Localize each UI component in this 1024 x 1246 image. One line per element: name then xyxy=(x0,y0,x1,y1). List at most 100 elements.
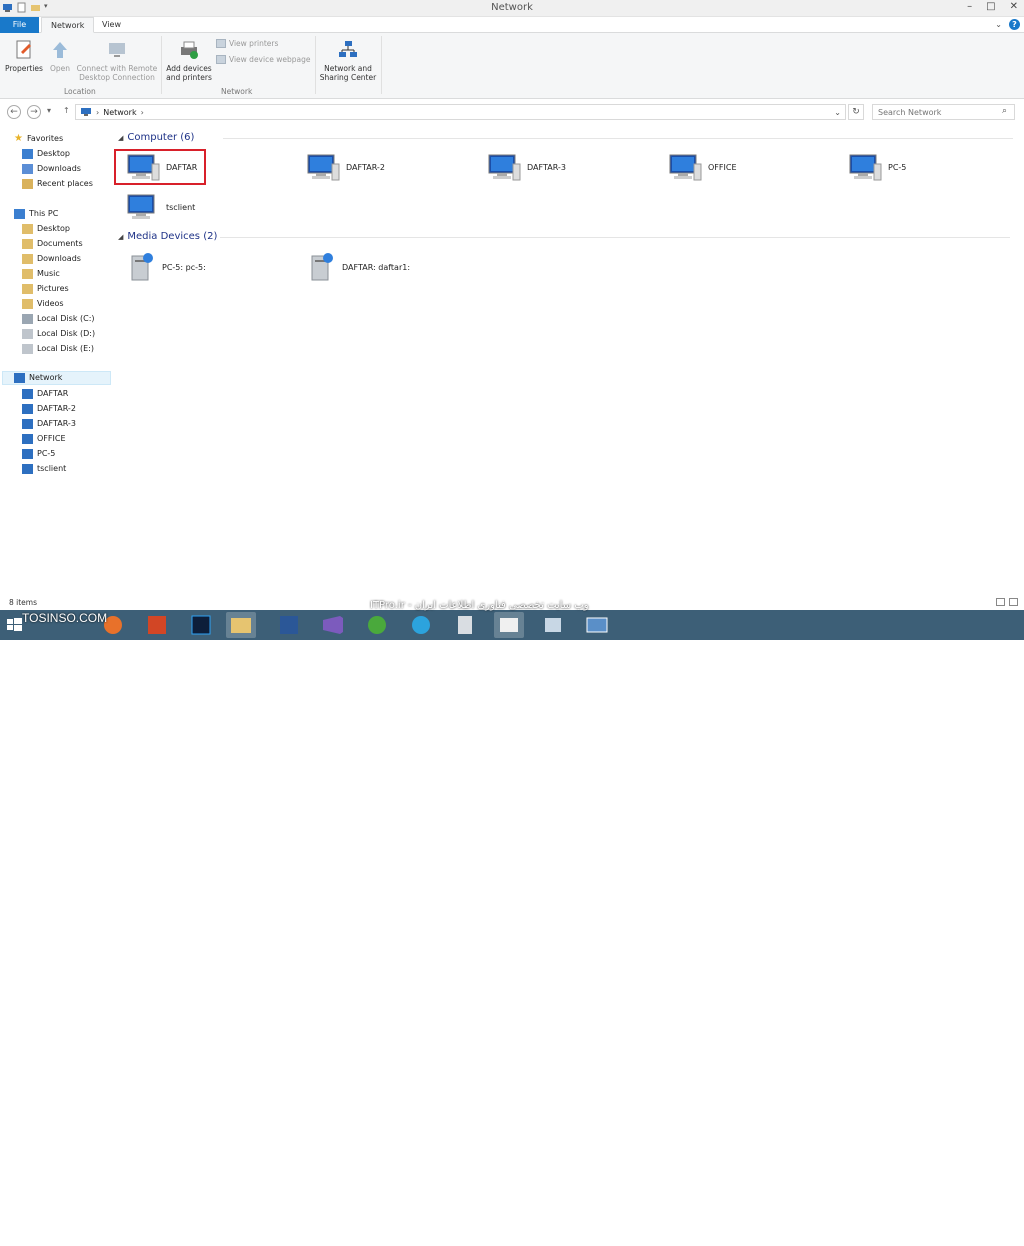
chevron-up-icon[interactable]: ˄ xyxy=(865,1229,876,1239)
computer-item-office[interactable]: OFFICE xyxy=(668,149,737,185)
nav-pc-pictures[interactable]: Pictures xyxy=(22,282,69,296)
nav-favorites[interactable]: ★ Favorites xyxy=(14,132,63,146)
folder-icon xyxy=(22,269,33,279)
photoshop-icon xyxy=(191,615,211,635)
location-group-label: Location xyxy=(64,87,96,96)
nav-this-pc[interactable]: This PC xyxy=(14,207,58,221)
control-panel-taskbar-button[interactable] xyxy=(494,612,524,638)
photoshop-taskbar-button[interactable] xyxy=(186,612,216,638)
computer-item-pc-5[interactable]: PC-5 xyxy=(848,149,906,185)
powerpoint-taskbar-button[interactable] xyxy=(142,612,172,638)
up-arrow-icon[interactable]: ↑ xyxy=(63,106,70,115)
rdc-taskbar-button[interactable] xyxy=(582,612,612,638)
nav-net-daftar[interactable]: DAFTAR xyxy=(22,387,68,401)
nav-pc-documents[interactable]: Documents xyxy=(22,237,83,251)
media-device-icon xyxy=(131,253,153,281)
explorer-taskbar-button[interactable] xyxy=(226,612,256,638)
computer-item-daftar[interactable]: DAFTAR xyxy=(114,149,206,185)
tab-file[interactable]: File xyxy=(0,17,39,33)
group-computer-header[interactable]: ◢ Computer (6) xyxy=(118,132,1013,143)
chevron-down-icon[interactable]: ⌄ xyxy=(995,20,1002,29)
open-button[interactable]: Open xyxy=(46,39,74,73)
nav-pc-videos[interactable]: Videos xyxy=(22,297,64,311)
maximize-icon[interactable]: □ xyxy=(986,1,995,12)
details-view-icon[interactable] xyxy=(996,598,1005,606)
nav-item-label: Downloads xyxy=(37,164,81,173)
back-button[interactable]: ← xyxy=(7,105,21,119)
recent-places-icon xyxy=(22,179,33,189)
remote-desktop-icon xyxy=(106,39,128,61)
forward-button[interactable]: → xyxy=(27,105,41,119)
app-taskbar-button[interactable] xyxy=(362,612,392,638)
navigation-pane: ★ Favorites Desktop Downloads Recent plac… xyxy=(0,128,112,598)
network-taskbar-button[interactable] xyxy=(538,612,568,638)
nav-pc-disk-d[interactable]: Local Disk (D:) xyxy=(22,327,95,341)
nav-net-tsclient[interactable]: tsclient xyxy=(22,462,66,476)
address-dropdown-icon[interactable]: ⌄ xyxy=(834,108,841,117)
clock[interactable]: 18:23 21/06/2017 xyxy=(972,1224,1018,1246)
add-devices-button[interactable]: Add devices and printers xyxy=(164,39,214,82)
recent-locations-icon[interactable]: ▾ xyxy=(47,106,51,115)
tab-network[interactable]: Network xyxy=(41,17,95,33)
computer-item-tsclient[interactable]: tsclient xyxy=(126,189,195,225)
nav-item-label: DAFTAR xyxy=(37,389,69,398)
computer-item-label: DAFTAR-2 xyxy=(346,162,385,172)
nav-pc-music[interactable]: Music xyxy=(22,267,60,281)
computer-item-daftar-3[interactable]: DAFTAR-3 xyxy=(487,149,566,185)
folder-icon xyxy=(22,224,33,234)
volume-icon[interactable]: ♪ xyxy=(902,1229,913,1239)
view-device-webpage-button[interactable]: View device webpage xyxy=(216,55,310,64)
nav-pc-desktop[interactable]: Desktop xyxy=(22,222,70,236)
nav-net-pc-5[interactable]: PC-5 xyxy=(22,447,55,461)
refresh-button[interactable]: ↻ xyxy=(848,104,864,120)
flag-icon[interactable]: ⚑ xyxy=(884,1229,895,1239)
computer-item-daftar-2[interactable]: DAFTAR-2 xyxy=(306,149,385,185)
nav-pc-disk-e[interactable]: Local Disk (E:) xyxy=(22,342,94,356)
breadcrumb-network[interactable]: Network xyxy=(103,108,136,117)
large-icons-view-icon[interactable] xyxy=(1009,598,1018,606)
search-icon[interactable]: ⌕ xyxy=(1002,106,1007,116)
nav-fav-desktop[interactable]: Desktop xyxy=(22,147,70,161)
media-item-daftar[interactable]: DAFTAR: daftar1: xyxy=(308,249,410,285)
calculator-taskbar-button[interactable] xyxy=(450,612,480,638)
group-media-header[interactable]: ◢ Media Devices (2) xyxy=(118,231,1010,242)
language-indicator[interactable]: ENG xyxy=(940,1230,957,1239)
collapse-icon[interactable]: ◢ xyxy=(118,233,123,241)
telegram-taskbar-button[interactable] xyxy=(406,612,436,638)
nav-pc-downloads[interactable]: Downloads xyxy=(22,252,81,266)
help-icon[interactable]: ? xyxy=(1009,19,1020,30)
properties-label: Properties xyxy=(5,64,43,73)
tab-view[interactable]: View xyxy=(93,17,130,33)
close-icon[interactable]: ✕ xyxy=(1010,1,1018,12)
nav-net-daftar-2[interactable]: DAFTAR-2 xyxy=(22,402,76,416)
nav-fav-downloads[interactable]: Downloads xyxy=(22,162,81,176)
computer-icon xyxy=(22,434,33,444)
nav-fav-recent[interactable]: Recent places xyxy=(22,177,93,191)
folder-icon xyxy=(22,254,33,264)
properties-button[interactable]: Properties xyxy=(4,39,44,73)
connect-rdc-label-2: Desktop Connection xyxy=(79,73,155,82)
minimize-icon[interactable]: – xyxy=(967,1,972,12)
group-divider xyxy=(220,237,1010,238)
nav-net-daftar-3[interactable]: DAFTAR-3 xyxy=(22,417,76,431)
downloads-icon xyxy=(22,164,33,174)
view-printers-button[interactable]: View printers xyxy=(216,39,278,48)
breadcrumb-separator-icon[interactable]: › xyxy=(141,108,144,117)
connect-rdc-button[interactable]: Connect with Remote Desktop Connection xyxy=(76,39,158,82)
word-taskbar-button[interactable] xyxy=(274,612,304,638)
nav-net-office[interactable]: OFFICE xyxy=(22,432,66,446)
search-input[interactable] xyxy=(872,104,1015,120)
nav-favorites-label: Favorites xyxy=(26,134,64,143)
visual-studio-taskbar-button[interactable] xyxy=(318,612,348,638)
collapse-icon[interactable]: ◢ xyxy=(118,134,123,142)
computer-item-label: DAFTAR xyxy=(166,162,198,172)
network-sharing-button[interactable]: Network and Sharing Center xyxy=(318,39,378,82)
media-item-pc-5[interactable]: PC-5: pc-5: xyxy=(128,249,206,285)
nav-item-label: Videos xyxy=(37,299,64,308)
address-bar[interactable]: › Network › ⌄ xyxy=(75,104,846,120)
nav-network[interactable]: Network xyxy=(2,371,111,385)
nav-pc-disk-c[interactable]: Local Disk (C:) xyxy=(22,312,95,326)
network-tray-icon[interactable]: ▮ xyxy=(920,1229,931,1239)
ribbon-separator xyxy=(161,36,162,94)
keyboard-icon[interactable]: ⌨ xyxy=(841,1229,854,1239)
